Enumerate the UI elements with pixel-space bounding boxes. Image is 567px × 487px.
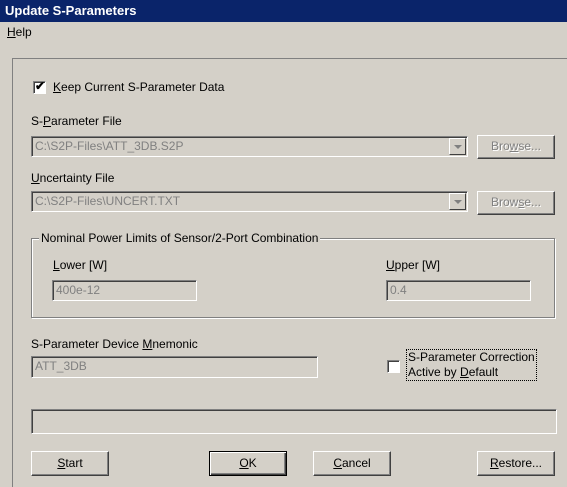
uncertainty-browse-button[interactable]: Browse... <box>477 191 555 215</box>
s-parameter-file-combo[interactable]: C:\S2P-Files\ATT_3DB.S2P <box>31 136 468 157</box>
checkmark-icon: ✔ <box>35 79 46 93</box>
power-limits-group <box>31 238 555 318</box>
upper-limit-label: Upper [W] <box>386 258 441 272</box>
upper-limit-value: 0.4 <box>390 283 407 297</box>
window-title: Update S-Parameters <box>5 3 137 18</box>
upper-limit-field[interactable]: 0.4 <box>386 280 531 301</box>
menu-item-help[interactable]: Help <box>7 24 32 40</box>
chevron-down-icon <box>454 145 462 149</box>
correction-active-label[interactable]: S-Parameter Correction Active by Default <box>406 349 537 381</box>
restore-button[interactable]: Restore... <box>477 451 555 476</box>
status-field <box>31 409 557 434</box>
s-parameter-browse-button[interactable]: Browse... <box>477 135 555 159</box>
keep-current-label[interactable]: Keep Current S-Parameter Data <box>53 80 224 94</box>
cancel-button[interactable]: Cancel <box>313 451 391 476</box>
power-limits-legend: Nominal Power Limits of Sensor/2-Port Co… <box>39 231 321 245</box>
chevron-down-icon <box>454 200 462 204</box>
s-parameter-file-value: C:\S2P-Files\ATT_3DB.S2P <box>35 139 184 153</box>
uncertainty-file-combo[interactable]: C:\S2P-Files\UNCERT.TXT <box>31 191 468 212</box>
menu-bar: Help <box>0 22 567 42</box>
mnemonic-field[interactable]: ATT_3DB <box>31 356 318 378</box>
mnemonic-value: ATT_3DB <box>35 359 87 373</box>
mnemonic-label: S-Parameter Device Mnemonic <box>31 337 198 351</box>
lower-limit-value: 400e-12 <box>56 283 101 297</box>
correction-label-line2: Active by Default <box>408 365 499 379</box>
correction-label-line1: S-Parameter Correction <box>408 350 535 364</box>
keep-current-checkbox[interactable]: ✔ <box>33 79 46 94</box>
uncertainty-file-label: Uncertainty File <box>31 171 115 185</box>
lower-limit-field[interactable]: 400e-12 <box>52 280 197 301</box>
title-bar[interactable]: Update S-Parameters <box>0 0 567 22</box>
start-button[interactable]: Start <box>31 451 109 476</box>
s-parameter-file-dropdown-button[interactable] <box>449 138 466 155</box>
uncertainty-file-value: C:\S2P-Files\UNCERT.TXT <box>35 194 181 208</box>
s-parameter-file-label: S-Parameter File <box>31 114 122 128</box>
uncertainty-file-dropdown-button[interactable] <box>449 193 466 210</box>
lower-limit-label: Lower [W] <box>53 258 108 272</box>
ok-button[interactable]: OK <box>209 451 287 476</box>
correction-active-checkbox[interactable] <box>387 360 400 373</box>
